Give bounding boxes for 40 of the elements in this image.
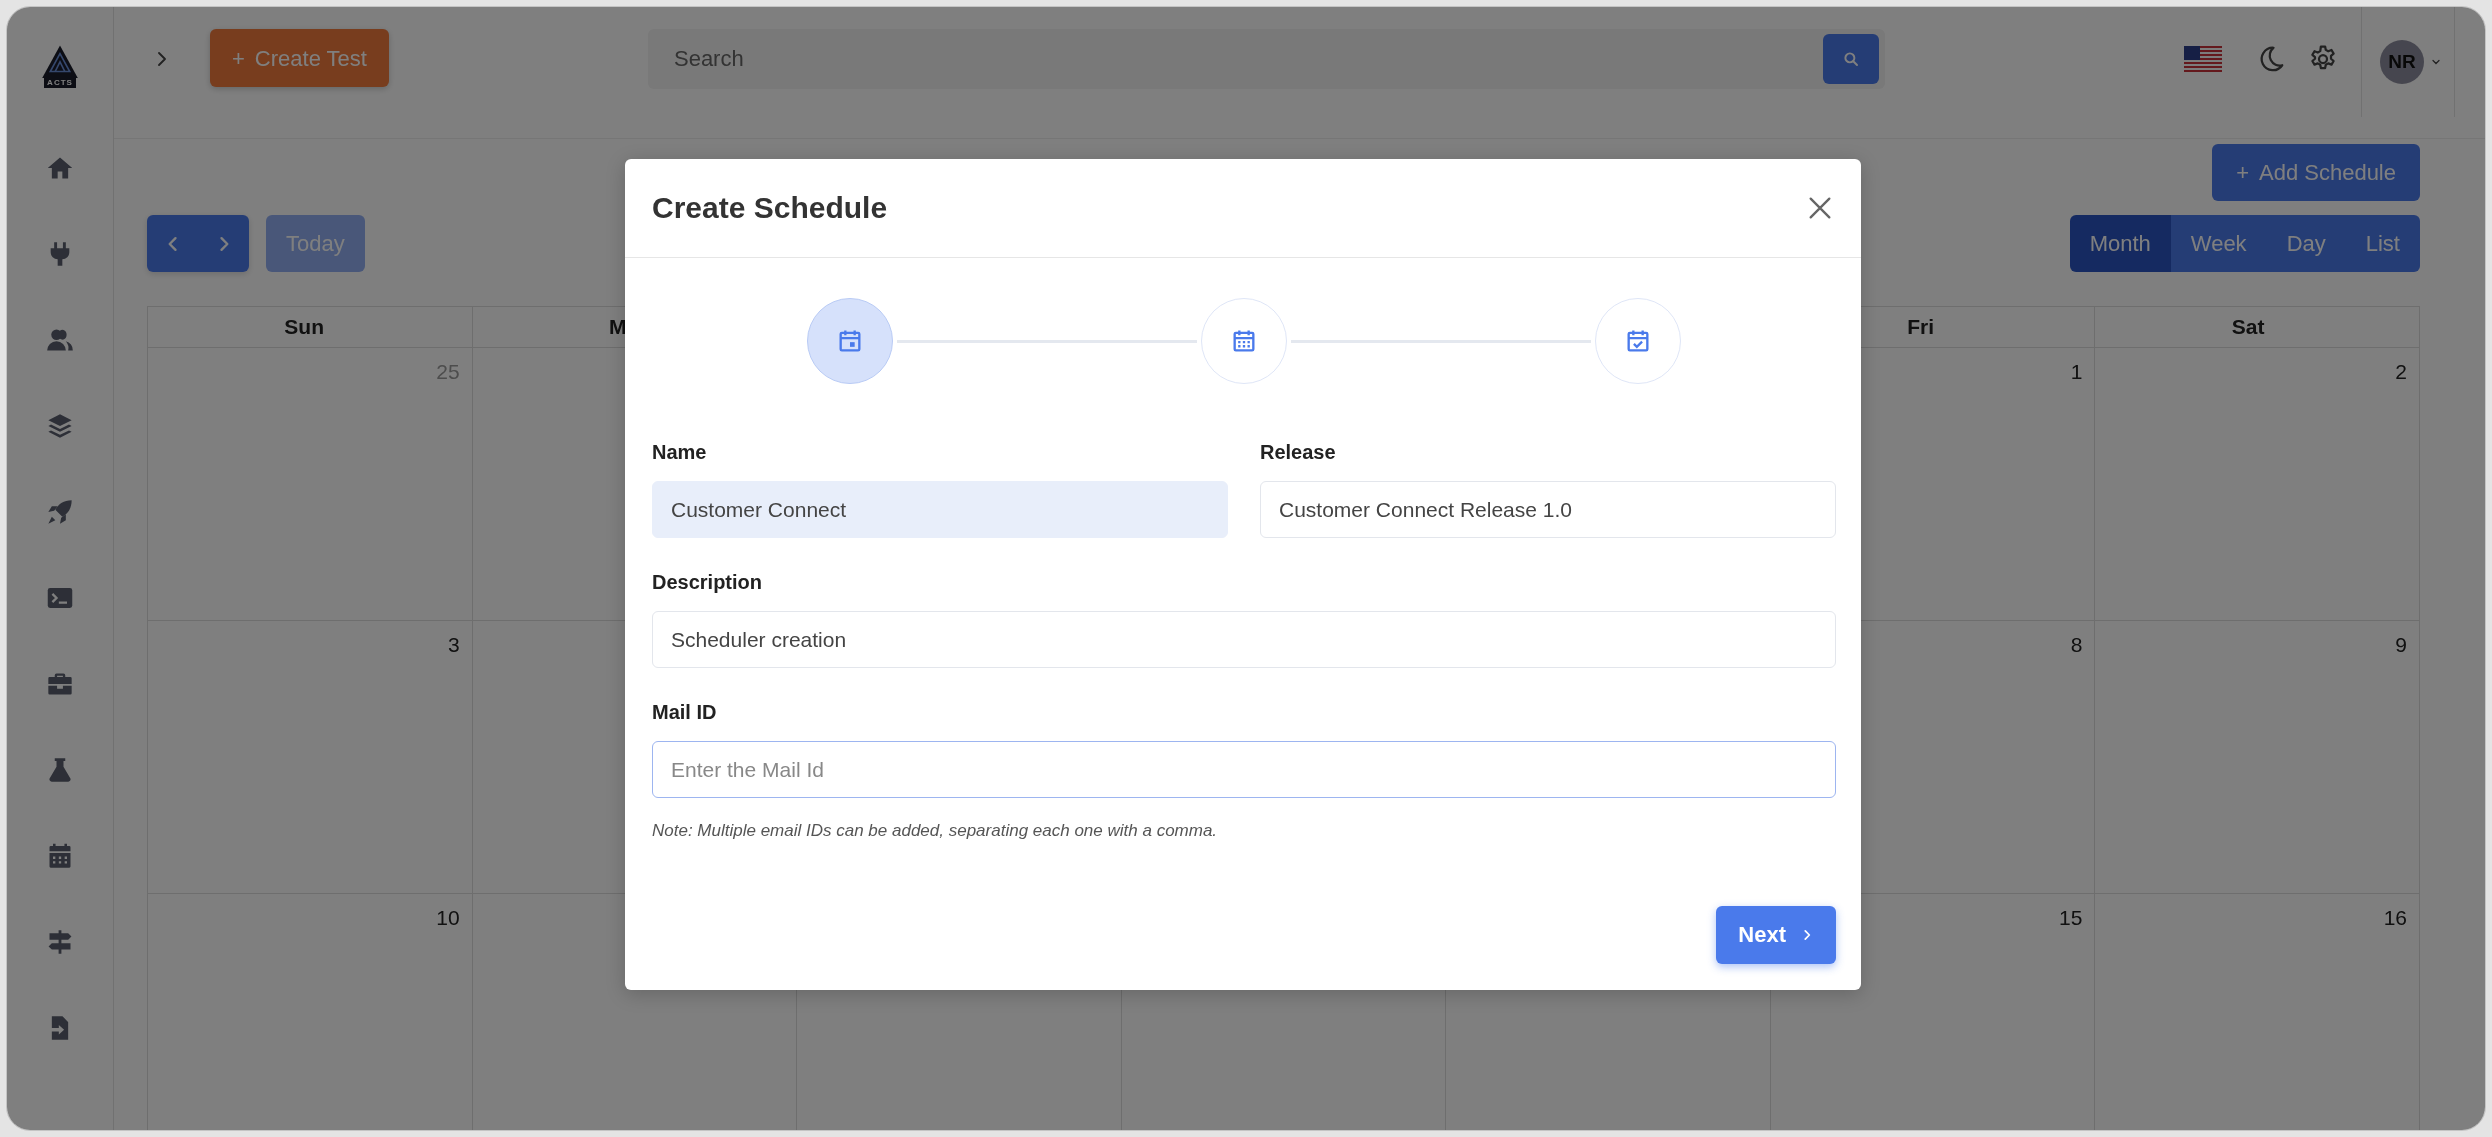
day-number: 16	[2383, 905, 2407, 931]
view-tab[interactable]: List	[2345, 215, 2420, 272]
view-tab[interactable]: Week	[2170, 215, 2267, 272]
rocket-icon[interactable]	[46, 498, 74, 526]
search-field[interactable]: Search	[647, 29, 1885, 89]
input-field[interactable]: Customer Connect Release 1.0	[1260, 481, 1836, 538]
field-label: Release	[1260, 440, 1337, 464]
weekday-header: Sun	[284, 314, 324, 341]
field-label: Name	[652, 440, 708, 464]
modal-title: Create Schedule	[652, 190, 888, 226]
user-avatar[interactable]: NR	[2380, 40, 2424, 84]
weekday-header: M	[608, 314, 627, 341]
triangle-icon	[40, 44, 80, 78]
input-field[interactable]: Enter the Mail Id	[652, 741, 1836, 798]
add-schedule-button[interactable]: + Add Schedule	[2212, 144, 2420, 201]
weekday-header: Sat	[2231, 314, 2265, 341]
layers-icon[interactable]	[46, 412, 74, 440]
view-tab[interactable]: Day	[2266, 215, 2346, 272]
us-flag-icon	[2184, 46, 2222, 72]
field-label: Description	[652, 570, 764, 594]
day-number: 8	[2070, 632, 2083, 658]
view-tab[interactable]: Month	[2069, 215, 2171, 272]
day-number: 9	[2395, 632, 2407, 658]
signpost-icon[interactable]	[46, 928, 74, 956]
search-icon	[1841, 50, 1860, 68]
create-test-button[interactable]: + Create Test	[210, 29, 389, 87]
day-number: 10	[436, 905, 460, 931]
search-button[interactable]	[1822, 34, 1879, 84]
weekday-header: Fri	[1907, 314, 1934, 341]
day-number: 15	[2059, 905, 2083, 931]
next-button[interactable]: Next	[1716, 905, 1836, 964]
flask-icon[interactable]	[46, 756, 74, 784]
logo-text: ACTS	[44, 78, 76, 88]
help-note: Note: Multiple email IDs can be added, separating each one with a comma.	[652, 820, 1219, 842]
day-number: 3	[447, 632, 460, 658]
input-field[interactable]: Scheduler creation	[652, 611, 1836, 668]
day-number: 2	[2395, 359, 2407, 385]
field-label: Mail ID	[652, 700, 718, 724]
input-field[interactable]: Customer Connect	[652, 481, 1228, 538]
day-number: 1	[2070, 359, 2083, 385]
